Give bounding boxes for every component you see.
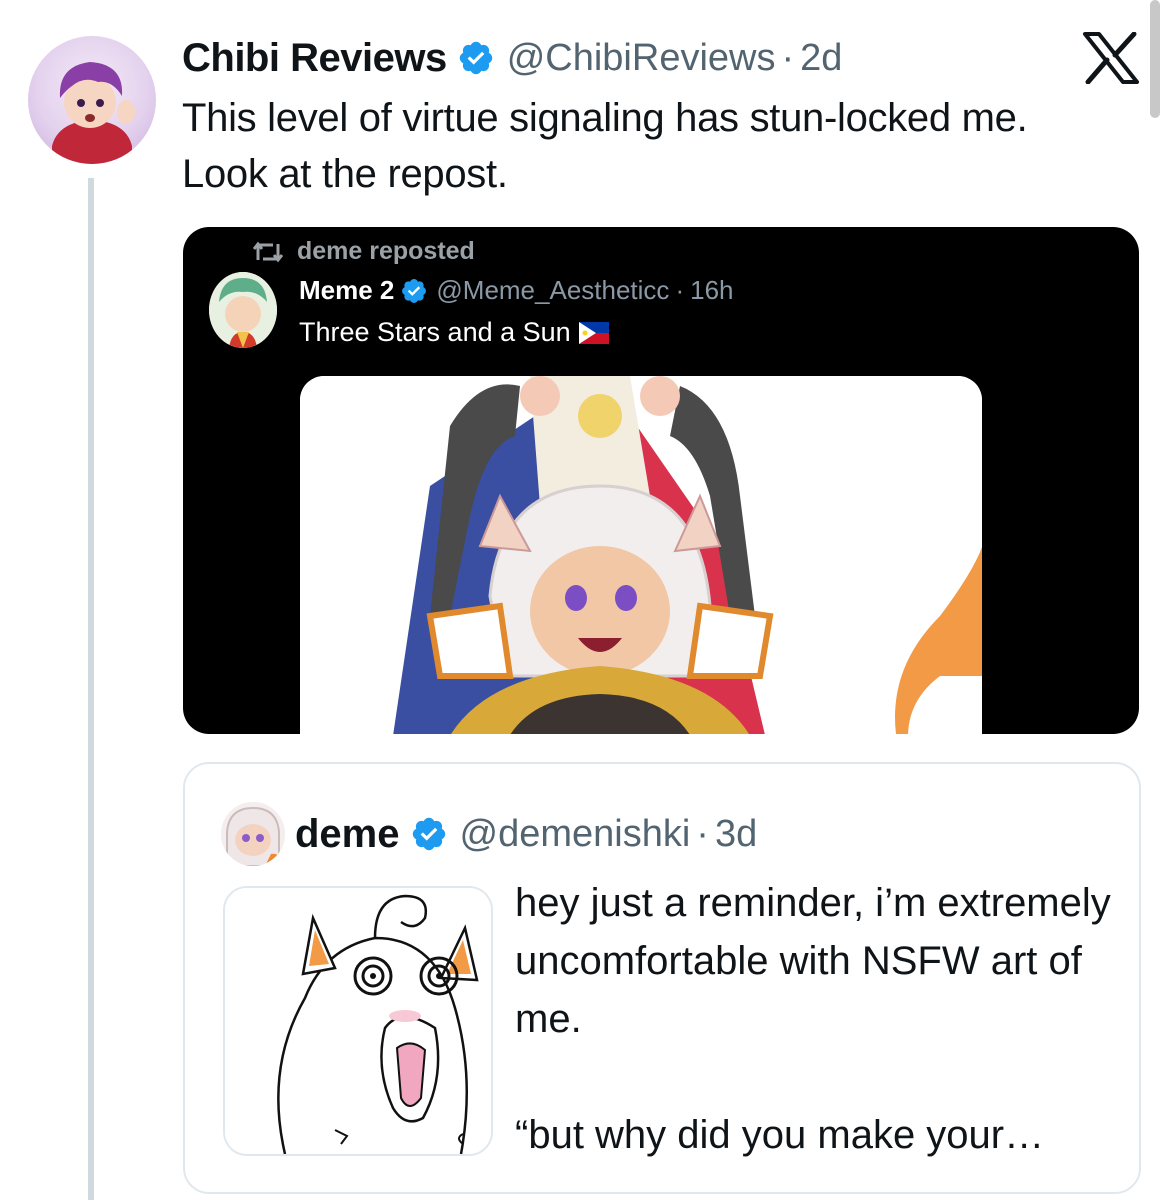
separator-dot: · [675, 275, 685, 305]
verified-badge-icon [402, 278, 427, 303]
tweet-header: Chibi Reviews @ChibiReviews · 2d [182, 30, 842, 86]
x-logo-icon[interactable] [1082, 32, 1140, 84]
thread-line [88, 178, 94, 1200]
author-handle[interactable]: @ChibiReviews [507, 37, 776, 80]
embedded-artwork [300, 376, 982, 734]
quoted-author-handle[interactable]: @demenishki [460, 813, 691, 856]
embedded-author-avatar [209, 272, 277, 348]
quoted-tweet-header: deme @demenishki · 3d [295, 804, 757, 864]
embedded-post-text: Three Stars and a Sun [299, 317, 609, 348]
repost-label: deme reposted [297, 237, 475, 265]
quoted-tweet-text: hey just a reminder, i’m extremely uncom… [515, 874, 1115, 1164]
separator-dot: · [781, 36, 795, 79]
verified-badge-icon [412, 817, 445, 851]
embedded-post-header: Meme 2 @Meme_Aestheticc · 16h [299, 275, 734, 306]
embedded-author-handle: @Meme_Aestheticc [436, 275, 670, 305]
separator-dot: · [696, 812, 709, 855]
quoted-text-paragraph-1: hey just a reminder, i’m extremely uncom… [515, 881, 1111, 1041]
author-avatar[interactable] [28, 36, 156, 164]
quoted-text-paragraph-2: “but why did you make your… [515, 1113, 1045, 1157]
tweet-text: This level of virtue signaling has stun-… [182, 96, 1028, 196]
tweet-timestamp[interactable]: 2d [800, 37, 842, 80]
attached-screenshot[interactable]: deme reposted Meme 2 @Meme_Aestheticc · … [183, 227, 1139, 734]
repost-icon [253, 241, 283, 262]
scrollbar[interactable] [1150, 0, 1160, 118]
quoted-author-avatar [221, 802, 285, 866]
quoted-timestamp[interactable]: 3d [715, 813, 757, 856]
repost-indicator: deme reposted [253, 237, 475, 266]
quoted-author-name[interactable]: deme [295, 812, 400, 857]
author-display-name[interactable]: Chibi Reviews [182, 36, 447, 81]
embedded-post-text-content: Three Stars and a Sun [299, 317, 571, 347]
embedded-timestamp: 16h [690, 275, 734, 305]
verified-badge-icon [459, 41, 492, 75]
philippines-flag-icon [578, 321, 609, 344]
quoted-tweet[interactable]: deme @demenishki · 3d hey just a reminde… [183, 762, 1141, 1194]
embedded-author-name: Meme 2 [299, 275, 395, 305]
quoted-media-thumbnail[interactable] [223, 886, 493, 1156]
